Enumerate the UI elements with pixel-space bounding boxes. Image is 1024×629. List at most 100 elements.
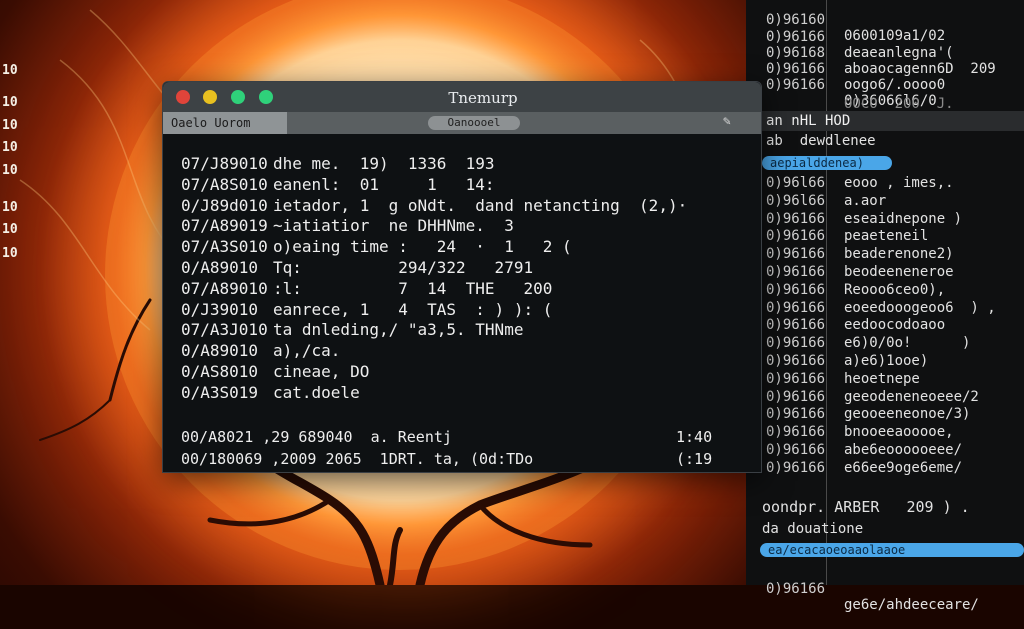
line-number: 0)96166 [766, 370, 826, 387]
line-text: geeodeneneoeee/2 [844, 388, 979, 405]
line-number: 0)96l66 [766, 192, 826, 209]
window-title: Tnemurp [448, 89, 518, 107]
wallpaper-number: 10 [2, 63, 18, 78]
terminal-footer-line: 00/A8021 ,29 689040 a. Reentj 1:40 [181, 427, 712, 447]
terminal-line: 07/A8S010 eanenl: 01 1 14: [181, 175, 495, 195]
zoom-button[interactable] [231, 90, 245, 104]
line-text: eseaidnepone ) [844, 210, 963, 227]
wallpaper-number: 10 [2, 118, 18, 133]
tab-center[interactable]: Oanoooel [428, 116, 520, 130]
right-log-panel[interactable]: 0)96160 0600109a1/02 0)96166 deaeanlegna… [746, 0, 1024, 613]
line-text: dhe me. 19) 1336 193 [273, 154, 495, 173]
line-text: Reooo6ceo0), [844, 281, 946, 298]
line-number: 0)96166 [766, 264, 826, 280]
timestamp: 07/A8S010 [181, 174, 268, 194]
line-number: 0)96166 [766, 317, 826, 334]
footer-text: 00/A8021 ,29 689040 a. Reentj [181, 428, 452, 446]
pencil-icon[interactable]: ✎ [723, 114, 731, 129]
line-number: 0)96166 [766, 388, 826, 405]
section-subheader: ab dewdlenee [766, 133, 876, 149]
minimize-button[interactable] [203, 90, 217, 104]
terminal-line: 0/A89010 Tq: 294/322 2791 [181, 258, 533, 278]
section-header: oondpr. ARBER 209 ) . [762, 498, 970, 516]
dim-line: OOCO 200 J. [844, 96, 954, 112]
selected-item[interactable]: ea/ecacaoeoaaolaaoe [760, 543, 1024, 557]
line-text: a)e6)1ooe) [844, 353, 929, 369]
line-number: 0)96166 [766, 424, 826, 441]
terminal-line: 07/A3J010 ta dnleding,/ "a3,5. THNme [181, 320, 523, 340]
line-text: Tq: 294/322 2791 [273, 258, 534, 277]
line-text: beaderenone2) [844, 246, 954, 263]
timestamp: 07/J89010 [181, 154, 268, 173]
timestamp: 07/A89019 [181, 216, 268, 236]
list-item: 0)96166 ge6e/ahdeeceare/ [766, 581, 979, 613]
line-text: e66ee9oge6eme/ [844, 459, 963, 476]
line-text: cat.doele [273, 382, 360, 402]
line-number: 0)96166 [766, 406, 826, 423]
timestamp: 07/A3J010 [181, 320, 268, 340]
terminal-footer-line: 00/180069 ,2009 2065 1DRT. ta, (0d:TDo (:… [181, 449, 712, 469]
wallpaper-left-numbers: 10 10 10 10 10 10 10 10 [0, 0, 30, 585]
timestamp: 07/A89010 [181, 278, 268, 298]
timestamp: 0/AS8010 [181, 362, 259, 381]
line-text: ietador, 1 g oNdt. dand netancting (2,)· [273, 195, 688, 215]
line-text: ta dnleding,/ "a3,5. THNme [273, 320, 524, 340]
line-number: 0)96166 [766, 353, 826, 369]
line-text: eanenl: 01 1 14: [273, 174, 495, 194]
line-text: a),/ca. [273, 341, 341, 361]
wallpaper-number: 10 [2, 95, 18, 110]
line-text: eooo , imes,. [844, 175, 954, 191]
terminal-line: 0/A3S019 cat.doele [181, 383, 360, 403]
footer-time: 1:40 [676, 428, 713, 446]
terminal-line: 0/A89010 a),/ca. [181, 341, 340, 361]
wallpaper-number: 10 [2, 200, 18, 215]
line-text: ~iatiatior ne DHHNme. 3 [273, 216, 514, 236]
terminal-line: 0/J39010 eanrece, 1 4 TAS : ) ): ( [181, 300, 552, 320]
line-text: cineae, DO [273, 362, 370, 381]
line-number: 0)96166 [766, 246, 826, 263]
wallpaper-number: 10 [2, 222, 18, 237]
terminal-line: 07/A89010:l: 7 14 THE 200 [181, 279, 552, 299]
wallpaper-number: 10 [2, 246, 18, 261]
selected-item[interactable]: aepialddenea) [762, 156, 892, 170]
line-number: 0)96166 [766, 335, 826, 352]
line-number: 0)96166 [766, 281, 826, 298]
line-number: 0)96166 [766, 228, 826, 245]
timestamp: 0/A3S019 [181, 382, 259, 402]
footer-time: (:19 [676, 450, 713, 468]
line-text: abe6eoooooeee/ [844, 442, 963, 458]
line-text: o)eaing time : 24 · 1 2 ( [273, 237, 572, 257]
timestamp: 0/J89d010 [181, 195, 268, 215]
line-text: heoetnepe [844, 370, 920, 387]
terminal-window[interactable]: Tnemurp Oaelo Uorom Oanoooel ✎ 07/J89010… [162, 81, 762, 473]
line-text: beodeeneneroe [844, 264, 954, 280]
line-text: bnooeeaooooe, [844, 424, 954, 441]
section-subheader: da douatione [762, 521, 864, 537]
terminal-line: 07/J89010 dhe me. 19) 1336 193 [181, 154, 495, 174]
line-number: 0)96166 [766, 210, 826, 227]
wallpaper-number: 10 [2, 140, 18, 155]
extra-button[interactable] [259, 90, 273, 104]
terminal-line: 0/AS8010 cineae, DO [181, 362, 369, 382]
footer-text: 00/180069 ,2009 2065 1DRT. ta, (0d:TDo [181, 450, 534, 468]
tab-active[interactable]: Oaelo Uorom [163, 112, 287, 134]
timestamp: 0/J39010 [181, 299, 259, 319]
line-text: e6)0/0o! ) [844, 335, 971, 352]
timestamp: 0/A89010 [181, 341, 259, 361]
terminal-line: 0/J89d010 ietador, 1 g oNdt. dand netanct… [181, 196, 687, 216]
line-text: eanrece, 1 4 TAS : ) ): ( [273, 299, 553, 319]
close-button[interactable] [176, 90, 190, 104]
terminal-line: 07/A3S010 o)eaing time : 24 · 1 2 ( [181, 237, 572, 257]
section-header: an nHL HOD [746, 111, 1024, 131]
line-number: 0)96166 [766, 442, 826, 458]
tab-bar: Oaelo Uorom Oanoooel ✎ [163, 112, 761, 134]
line-text: eoeedooogeoo6 ) , [844, 299, 996, 316]
wallpaper-number: 10 [2, 163, 18, 178]
timestamp: 07/A3S010 [181, 237, 268, 257]
line-number: 0)96166 [766, 299, 826, 316]
title-bar[interactable]: Tnemurp [163, 82, 761, 112]
terminal-output[interactable]: 07/J89010 dhe me. 19) 1336 193 07/A8S010 ea… [181, 154, 751, 468]
line-text: geooeeneonoe/3) [844, 406, 971, 423]
line-text: eedoocodoaoo [844, 317, 946, 334]
line-text: :l: 7 14 THE 200 [273, 278, 553, 298]
